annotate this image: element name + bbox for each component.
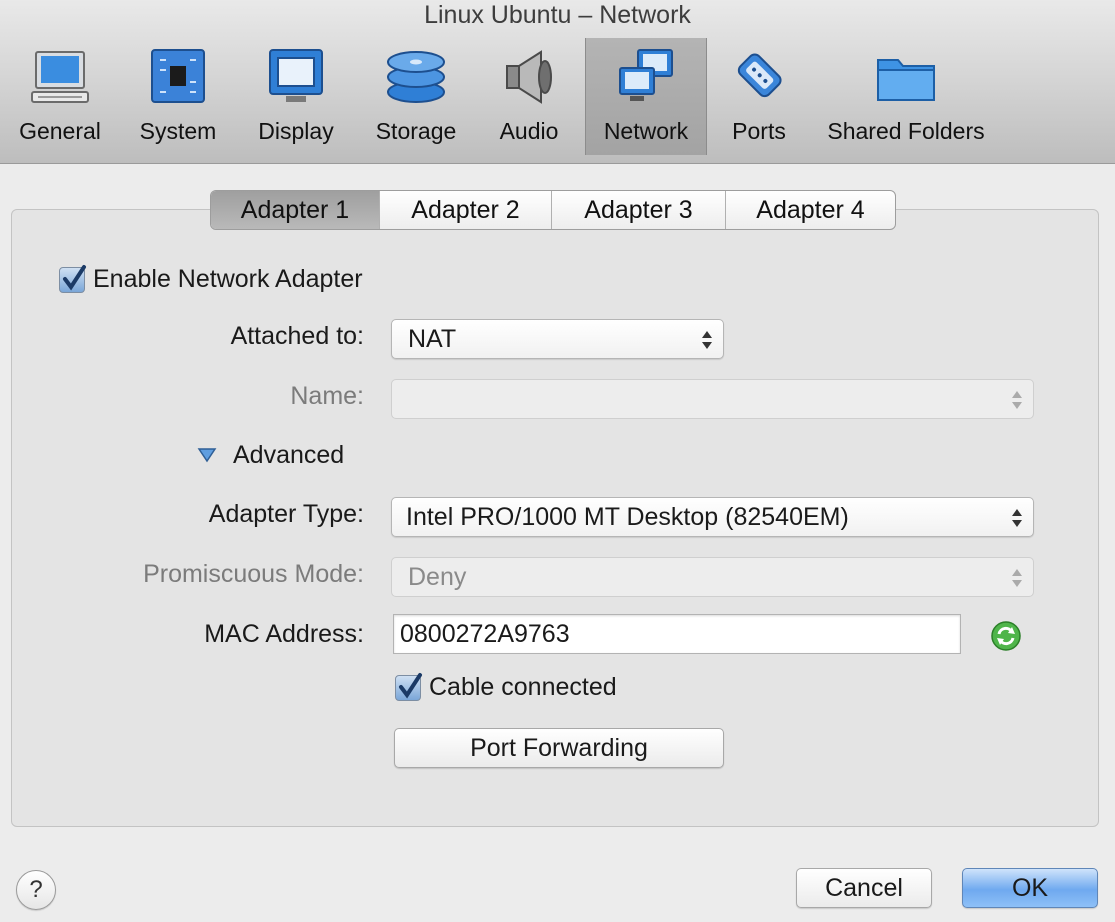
toolbar-item-shared-folders[interactable]: Shared Folders	[816, 38, 996, 155]
disks-icon	[384, 46, 448, 108]
toolbar-item-network[interactable]: Network	[585, 38, 707, 155]
adapter-type-label: Adapter Type:	[100, 500, 364, 529]
adapter-tabs: Adapter 1 Adapter 2 Adapter 3 Adapter 4	[210, 190, 896, 230]
toolbar-item-ports[interactable]: Ports	[716, 38, 802, 155]
updown-arrows-icon	[1011, 389, 1023, 411]
cable-connected-checkbox[interactable]	[395, 675, 421, 701]
toolbar-item-display[interactable]: Display	[244, 38, 348, 155]
attached-to-select[interactable]: NAT	[391, 319, 724, 359]
toolbar-item-audio[interactable]: Audio	[484, 38, 574, 155]
ok-button[interactable]: OK	[962, 868, 1098, 908]
adapter-type-value: Intel PRO/1000 MT Desktop (82540EM)	[406, 503, 849, 531]
tab-adapter-1[interactable]: Adapter 1	[211, 191, 379, 229]
advanced-label[interactable]: Advanced	[233, 441, 344, 470]
serial-port-icon	[727, 46, 791, 108]
enable-adapter-label: Enable Network Adapter	[93, 265, 363, 294]
toolbar-label: Storage	[360, 118, 472, 145]
monitor-icon	[28, 46, 92, 108]
adapter-type-select[interactable]: Intel PRO/1000 MT Desktop (82540EM)	[391, 497, 1034, 537]
network-icon	[614, 46, 678, 108]
tab-adapter-2[interactable]: Adapter 2	[379, 191, 551, 229]
toolbar-label: Display	[244, 118, 348, 145]
promiscuous-mode-label: Promiscuous Mode:	[60, 560, 364, 589]
name-select	[391, 379, 1034, 419]
tab-adapter-4[interactable]: Adapter 4	[725, 191, 895, 229]
toolbar-label: Ports	[716, 118, 802, 145]
toolbar-item-general[interactable]: General	[8, 38, 112, 155]
enable-adapter-checkbox[interactable]	[59, 267, 85, 293]
updown-arrows-icon	[701, 329, 713, 351]
cancel-button[interactable]: Cancel	[796, 868, 932, 908]
toolbar-label: General	[8, 118, 112, 145]
toolbar: Linux Ubuntu – Network General System	[0, 0, 1115, 164]
cable-connected-label: Cable connected	[429, 673, 617, 702]
port-forwarding-button[interactable]: Port Forwarding	[394, 728, 724, 768]
checkmark-icon	[397, 672, 423, 702]
promiscuous-mode-value: Deny	[408, 563, 466, 591]
toolbar-label: Audio	[484, 118, 574, 145]
mac-address-value: 0800272A9763	[400, 620, 570, 648]
attached-to-label: Attached to:	[120, 322, 364, 351]
tab-adapter-3[interactable]: Adapter 3	[551, 191, 725, 229]
toolbar-label: Network	[585, 118, 707, 145]
toolbar-item-storage[interactable]: Storage	[360, 38, 472, 155]
updown-arrows-icon	[1011, 507, 1023, 529]
disclosure-triangle-icon[interactable]	[197, 447, 217, 463]
help-button[interactable]: ?	[16, 870, 56, 910]
folder-icon	[874, 46, 938, 108]
name-label: Name:	[120, 382, 364, 411]
window-title: Linux Ubuntu – Network	[0, 0, 1115, 32]
toolbar-item-system[interactable]: System	[126, 38, 230, 155]
toolbar-label: Shared Folders	[816, 118, 996, 145]
display-icon	[264, 46, 328, 108]
mac-address-input[interactable]: 0800272A9763	[393, 614, 961, 654]
chip-icon	[146, 46, 210, 108]
refresh-icon[interactable]	[990, 620, 1022, 652]
promiscuous-mode-select: Deny	[391, 557, 1034, 597]
checkmark-icon	[61, 264, 87, 294]
speaker-icon	[497, 46, 561, 108]
updown-arrows-icon	[1011, 567, 1023, 589]
mac-address-label: MAC Address:	[120, 620, 364, 649]
toolbar-label: System	[126, 118, 230, 145]
attached-to-value: NAT	[408, 325, 456, 353]
